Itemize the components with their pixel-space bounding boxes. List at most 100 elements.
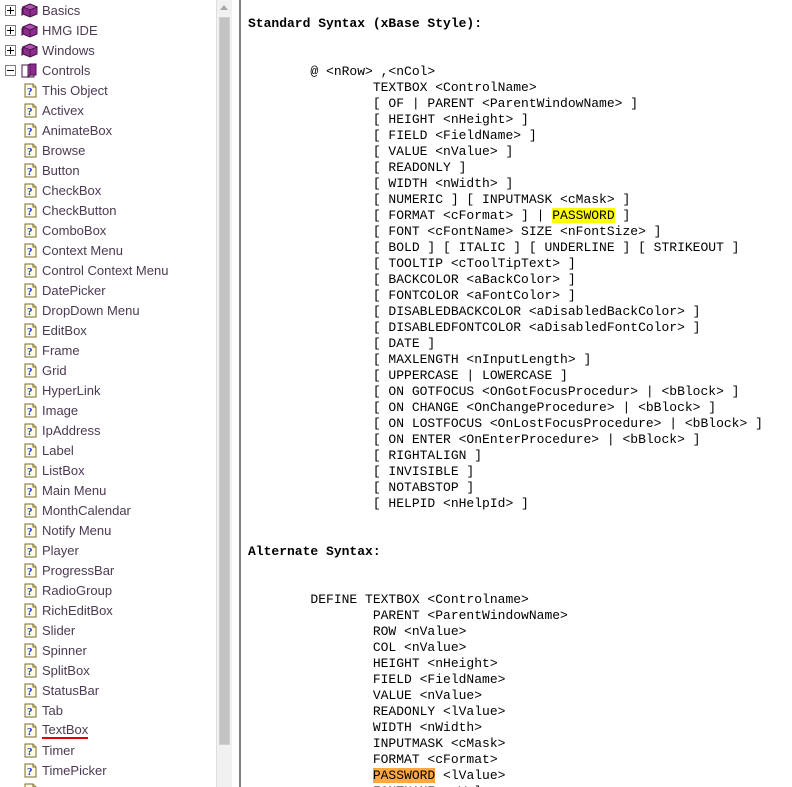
svg-text:?: ? <box>27 526 33 538</box>
tree-item-tab[interactable]: ?Tab <box>0 700 232 720</box>
svg-text:?: ? <box>27 466 33 478</box>
help-topic-page-icon: ? <box>23 243 38 258</box>
tree-item-grid[interactable]: ?Grid <box>0 360 232 380</box>
tree-item-datepicker[interactable]: ? DatePicker <box>0 280 232 300</box>
tree-item-splitbox[interactable]: ?SplitBox <box>0 660 232 680</box>
closed-book-icon <box>21 23 38 38</box>
tree-item-windows[interactable]: Windows <box>0 40 232 60</box>
tree-item-controls[interactable]: Controls <box>0 60 232 80</box>
tree-item-label: HyperLink <box>42 383 101 398</box>
svg-text:?: ? <box>27 686 33 698</box>
navigation-tree-pane: Basics HMG IDE Windows Controls ?This Object… <box>0 0 232 787</box>
tree-item-image[interactable]: ?Image <box>0 400 232 420</box>
expand-plus-icon[interactable] <box>5 25 16 36</box>
help-topic-page-icon: ? <box>23 403 38 418</box>
tree-item-textbox[interactable]: ? TextBox <box>0 720 232 740</box>
tree-item-listbox[interactable]: ?ListBox <box>0 460 232 480</box>
topic-content-pane: Standard Syntax (xBase Style): @ <nRow> … <box>241 0 792 787</box>
tree-item-checkbutton[interactable]: ? CheckButton <box>0 200 232 220</box>
tree-item-label: DatePicker <box>42 283 106 298</box>
svg-text:?: ? <box>27 206 33 218</box>
tree-item-label: TextBox <box>42 722 88 739</box>
tree-item-hmg-ide[interactable]: HMG IDE <box>0 20 232 40</box>
svg-text:?: ? <box>27 106 33 118</box>
svg-text:?: ? <box>27 566 33 578</box>
tree-item-activex[interactable]: ? Activex <box>0 100 232 120</box>
tree-item-dropdown-menu[interactable]: ?DropDown Menu <box>0 300 232 320</box>
expand-plus-icon[interactable] <box>5 45 16 56</box>
tree-item-player[interactable]: ?Player <box>0 540 232 560</box>
tree-item-statusbar[interactable]: ?StatusBar <box>0 680 232 700</box>
help-topic-page-icon: ? <box>23 523 38 538</box>
tree-item-animatebox[interactable]: ? AnimateBox <box>0 120 232 140</box>
open-book-icon <box>21 63 38 78</box>
help-topic-page-icon: ? <box>23 723 38 738</box>
tree-item-label: Timer <box>42 743 75 758</box>
svg-text:?: ? <box>27 286 33 298</box>
tree-item-basics[interactable]: Basics <box>0 0 232 20</box>
help-topic-page-icon: ? <box>23 83 38 98</box>
tree-item-checkbox[interactable]: ? CheckBox <box>0 180 232 200</box>
tree-item-label: Basics <box>42 3 80 18</box>
tree-item-combobox[interactable]: ?ComboBox <box>0 220 232 240</box>
scroll-up-arrow-icon[interactable] <box>217 0 232 14</box>
tree-item-richeditbox[interactable]: ?RichEditBox <box>0 600 232 620</box>
help-topic-page-icon: ? <box>23 583 38 598</box>
tree-item-radiogroup[interactable]: ? RadioGroup <box>0 580 232 600</box>
help-topic-page-icon: ? <box>23 123 38 138</box>
tree-item-label[interactable]: ?Label <box>0 440 232 460</box>
tree-item-context-menu[interactable]: ?Context Menu <box>0 240 232 260</box>
tree-item-main-menu[interactable]: ?Main Menu <box>0 480 232 500</box>
help-topic-page-icon: ? <box>23 443 38 458</box>
standard-syntax-part-2: ] [ FONT <cFontName> SIZE <nFontSize> ] … <box>248 208 763 511</box>
tree-item-label: Spinner <box>42 643 87 658</box>
tree-item-label: RadioGroup <box>42 583 112 598</box>
tree-item-label: ProgressBar <box>42 563 114 578</box>
tree-item-timer[interactable]: ?Timer <box>0 740 232 760</box>
expand-plus-icon[interactable] <box>5 5 16 16</box>
svg-text:?: ? <box>27 266 33 278</box>
svg-text:?: ? <box>27 446 33 458</box>
tree-item-control-context-menu[interactable]: ?Control Context Menu <box>0 260 232 280</box>
tree-item-label: AnimateBox <box>42 123 112 138</box>
svg-text:?: ? <box>27 86 33 98</box>
collapse-minus-icon[interactable] <box>5 65 16 76</box>
pane-splitter[interactable] <box>232 0 241 787</box>
tree-item-slider[interactable]: ?Slider <box>0 620 232 640</box>
svg-text:?: ? <box>27 246 33 258</box>
tree-item-editbox[interactable]: ?EditBox <box>0 320 232 340</box>
help-topic-page-icon: ? <box>23 103 38 118</box>
tree-item-browse[interactable]: ?Browse <box>0 140 232 160</box>
navigation-scrollbar[interactable] <box>216 0 232 787</box>
tree-item-ipaddress[interactable]: ?IpAddress <box>0 420 232 440</box>
tree-item-notify-menu[interactable]: ?Notify Menu <box>0 520 232 540</box>
scrollbar-thumb[interactable] <box>219 17 230 745</box>
tree-item-progressbar[interactable]: ? ProgressBar <box>0 560 232 580</box>
tree-item-this-object[interactable]: ?This Object <box>0 80 232 100</box>
tree-item-monthcalendar[interactable]: ?MonthCalendar <box>0 500 232 520</box>
help-topic-page-icon: ? <box>23 183 38 198</box>
alternate-syntax-part-1: DEFINE TEXTBOX <Controlname> PARENT <Par… <box>248 592 568 783</box>
help-topic-page-icon: ? <box>23 543 38 558</box>
tree-item-label: Browse <box>42 143 85 158</box>
tree-item-label: Controls <box>42 63 90 78</box>
help-topic-page-icon: ? <box>23 283 38 298</box>
svg-text:?: ? <box>27 646 33 658</box>
svg-text:?: ? <box>27 766 33 778</box>
svg-text:?: ? <box>27 586 33 598</box>
tree-item-partial-39[interactable]: ? <box>0 780 232 787</box>
tree-item-spinner[interactable]: ? Spinner <box>0 640 232 660</box>
tree-item-frame[interactable]: ?Frame <box>0 340 232 360</box>
help-topic-page-icon: ? <box>23 463 38 478</box>
tree-item-label: Windows <box>42 43 95 58</box>
svg-text:?: ? <box>27 166 33 178</box>
tree-item-label: TimePicker <box>42 763 107 778</box>
tree-item-button[interactable]: ?Button <box>0 160 232 180</box>
help-viewer-window: Basics HMG IDE Windows Controls ?This Object… <box>0 0 792 787</box>
tree-item-timepicker[interactable]: ? TimePicker <box>0 760 232 780</box>
tree-item-label: CheckButton <box>42 203 116 218</box>
tree-item-label: Activex <box>42 103 84 118</box>
tree-item-hyperlink[interactable]: ?HyperLink <box>0 380 232 400</box>
tree-item-label: CheckBox <box>42 183 101 198</box>
tree-item-label: Frame <box>42 343 80 358</box>
